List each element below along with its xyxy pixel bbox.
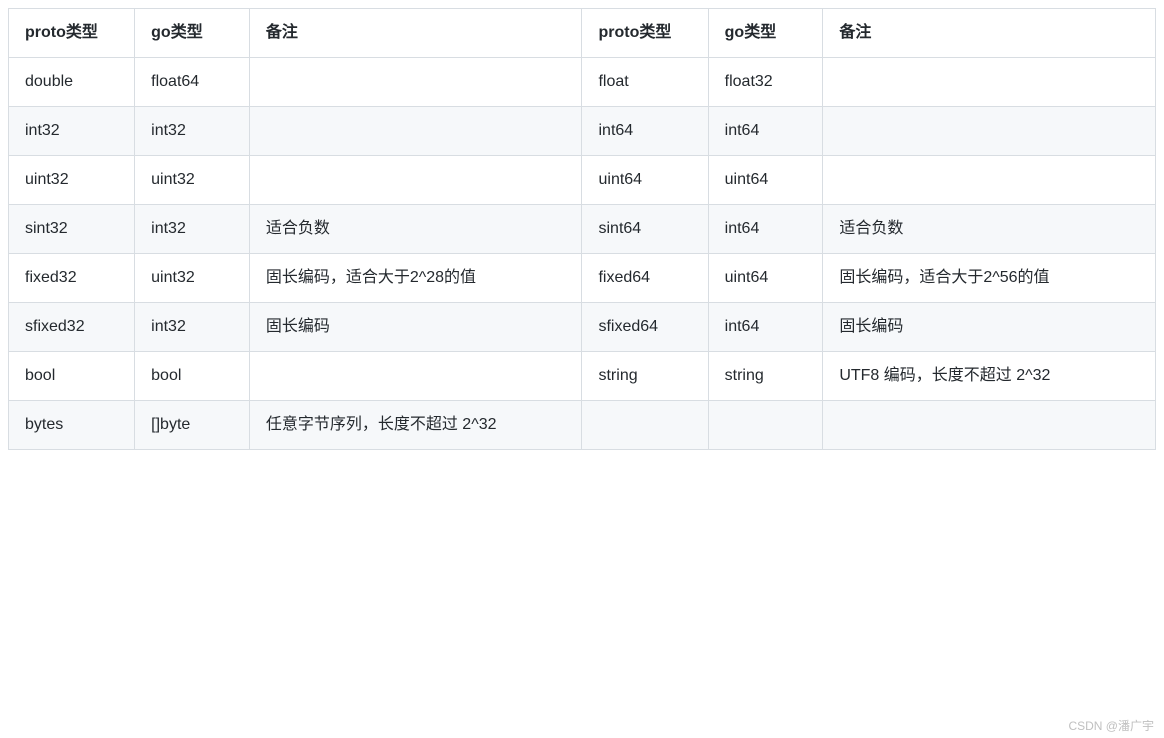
cell-go2: [708, 401, 823, 450]
table-row: uint32uint32 uint64uint64: [9, 156, 1156, 205]
watermark-text: CSDN @潘广宇: [1068, 717, 1154, 734]
cell-go2: string: [708, 352, 823, 401]
cell-proto1: uint32: [9, 156, 135, 205]
cell-note1: [249, 58, 582, 107]
cell-note1: [249, 352, 582, 401]
cell-proto1: bytes: [9, 401, 135, 450]
cell-note1: [249, 156, 582, 205]
cell-note2: 固长编码: [823, 303, 1156, 352]
table-header-row: proto类型 go类型 备注 proto类型 go类型 备注: [9, 9, 1156, 58]
cell-proto2: string: [582, 352, 708, 401]
cell-note1: 固长编码: [249, 303, 582, 352]
table-row: bytes[]byte任意字节序列，长度不超过 2^32: [9, 401, 1156, 450]
cell-go2: float32: [708, 58, 823, 107]
cell-note1: 任意字节序列，长度不超过 2^32: [249, 401, 582, 450]
cell-note2: 适合负数: [823, 205, 1156, 254]
cell-go2: int64: [708, 303, 823, 352]
cell-go1: uint32: [135, 254, 250, 303]
table-row: fixed32uint32固长编码，适合大于2^28的值fixed64uint6…: [9, 254, 1156, 303]
header-note-1: 备注: [249, 9, 582, 58]
cell-note2: [823, 401, 1156, 450]
cell-note1: 适合负数: [249, 205, 582, 254]
cell-proto2: [582, 401, 708, 450]
cell-note2: 固长编码，适合大于2^56的值: [823, 254, 1156, 303]
cell-go1: []byte: [135, 401, 250, 450]
cell-proto1: int32: [9, 107, 135, 156]
cell-note1: 固长编码，适合大于2^28的值: [249, 254, 582, 303]
table-row: sint32int32适合负数sint64int64适合负数: [9, 205, 1156, 254]
header-go-type-2: go类型: [708, 9, 823, 58]
cell-go2: int64: [708, 205, 823, 254]
header-note-2: 备注: [823, 9, 1156, 58]
table-row: sfixed32int32固长编码sfixed64int64固长编码: [9, 303, 1156, 352]
header-go-type-1: go类型: [135, 9, 250, 58]
cell-proto1: double: [9, 58, 135, 107]
cell-go1: int32: [135, 303, 250, 352]
cell-proto1: fixed32: [9, 254, 135, 303]
cell-go2: uint64: [708, 156, 823, 205]
cell-note2: [823, 156, 1156, 205]
cell-note1: [249, 107, 582, 156]
header-proto-type-2: proto类型: [582, 9, 708, 58]
table-row: boolboolstringstringUTF8 编码，长度不超过 2^32: [9, 352, 1156, 401]
cell-go2: uint64: [708, 254, 823, 303]
cell-go1: float64: [135, 58, 250, 107]
header-proto-type-1: proto类型: [9, 9, 135, 58]
table-row: doublefloat64 floatfloat32: [9, 58, 1156, 107]
cell-proto2: fixed64: [582, 254, 708, 303]
cell-go1: bool: [135, 352, 250, 401]
cell-note2: [823, 58, 1156, 107]
cell-proto1: sfixed32: [9, 303, 135, 352]
cell-proto2: int64: [582, 107, 708, 156]
cell-proto2: sint64: [582, 205, 708, 254]
cell-proto1: bool: [9, 352, 135, 401]
cell-go1: uint32: [135, 156, 250, 205]
table-row: int32int32 int64int64: [9, 107, 1156, 156]
cell-proto2: float: [582, 58, 708, 107]
cell-note2: UTF8 编码，长度不超过 2^32: [823, 352, 1156, 401]
table-body: doublefloat64floatfloat32int32int32int64…: [9, 58, 1156, 450]
cell-note2: [823, 107, 1156, 156]
cell-go1: int32: [135, 107, 250, 156]
cell-go1: int32: [135, 205, 250, 254]
cell-proto2: uint64: [582, 156, 708, 205]
cell-go2: int64: [708, 107, 823, 156]
proto-type-mapping-table: proto类型 go类型 备注 proto类型 go类型 备注 doublefl…: [8, 8, 1156, 450]
cell-proto1: sint32: [9, 205, 135, 254]
cell-proto2: sfixed64: [582, 303, 708, 352]
